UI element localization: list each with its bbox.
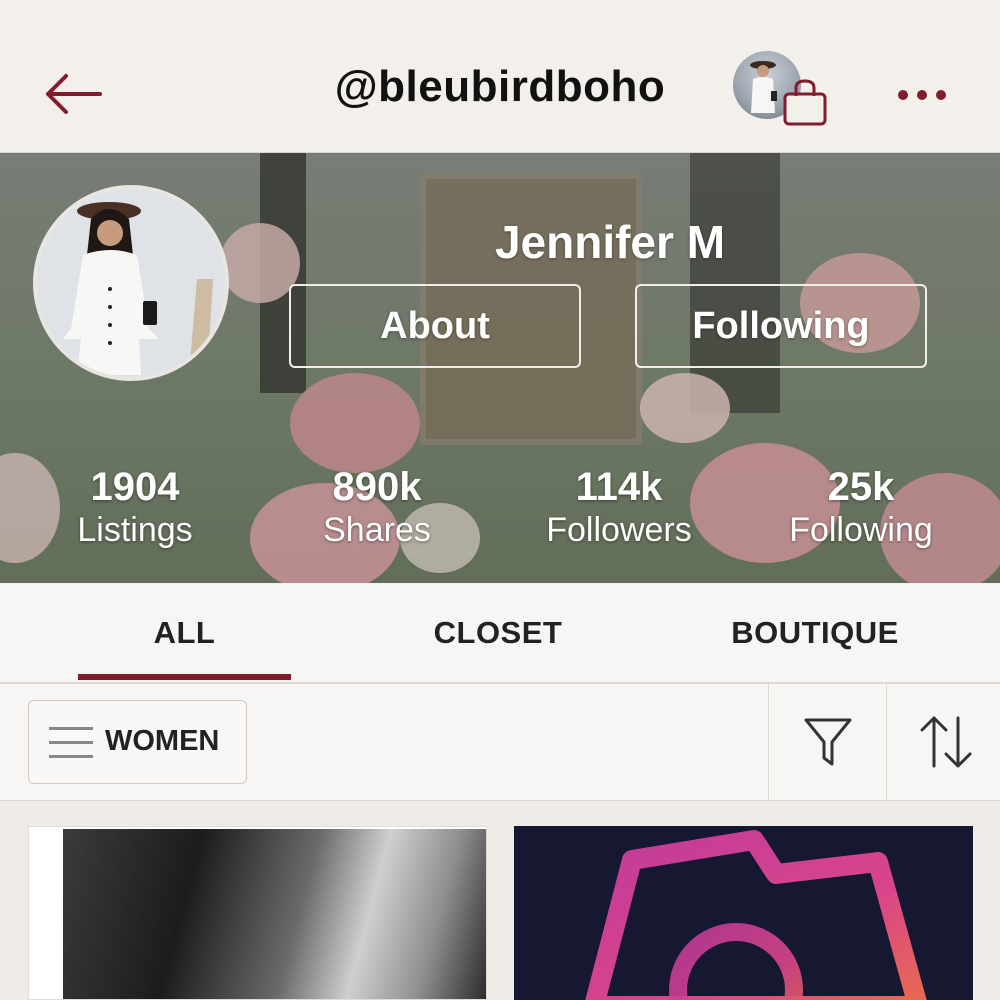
listing-photo [63, 829, 486, 999]
more-dots-icon[interactable] [893, 80, 953, 110]
stat-label: Followers [546, 511, 692, 549]
tab-closet[interactable]: CLOSET [390, 584, 606, 682]
profile-username: @bleubirdboho [334, 62, 666, 111]
top-bar: @bleubirdboho [0, 0, 1000, 153]
stat-value: 890k [332, 465, 422, 509]
divider [886, 684, 887, 800]
back-arrow-icon[interactable] [40, 68, 104, 120]
shopping-bag-icon[interactable] [780, 78, 830, 128]
listing-card[interactable] [28, 826, 487, 1000]
menu-lines-icon [49, 727, 93, 759]
stat-following[interactable]: 25k Following [741, 465, 981, 551]
stat-value: 1904 [90, 465, 180, 509]
stat-followers[interactable]: 114k Followers [499, 465, 739, 551]
funnel-filter-icon[interactable] [800, 714, 856, 770]
closet-tabs: ALL CLOSET BOUTIQUE [0, 584, 1000, 684]
profile-banner: Jennifer M About Following 1904 Listings… [0, 153, 1000, 583]
stat-label: Shares [323, 511, 431, 549]
stat-shares[interactable]: 890k Shares [257, 465, 497, 551]
category-dropdown-button[interactable]: WOMEN [28, 700, 247, 784]
stat-label: Following [789, 511, 933, 549]
listing-card[interactable] [514, 826, 973, 1000]
about-button[interactable]: About [289, 284, 581, 368]
tab-boutique[interactable]: BOUTIQUE [700, 584, 930, 682]
following-button[interactable]: Following [635, 284, 927, 368]
stat-value: 25k [827, 465, 895, 509]
stat-listings[interactable]: 1904 Listings [15, 465, 255, 551]
category-label: WOMEN [105, 725, 220, 757]
profile-avatar[interactable] [33, 185, 229, 381]
sort-arrows-icon[interactable] [916, 714, 976, 770]
tab-all[interactable]: ALL [78, 584, 291, 682]
stat-label: Listings [77, 511, 193, 549]
stat-value: 114k [575, 465, 663, 509]
active-tab-indicator [78, 674, 291, 680]
profile-avatar-image [37, 189, 225, 377]
camera-icon [585, 830, 927, 1000]
divider [768, 684, 769, 800]
profile-display-name: Jennifer M [494, 216, 726, 268]
filter-bar: WOMEN [0, 684, 1000, 801]
